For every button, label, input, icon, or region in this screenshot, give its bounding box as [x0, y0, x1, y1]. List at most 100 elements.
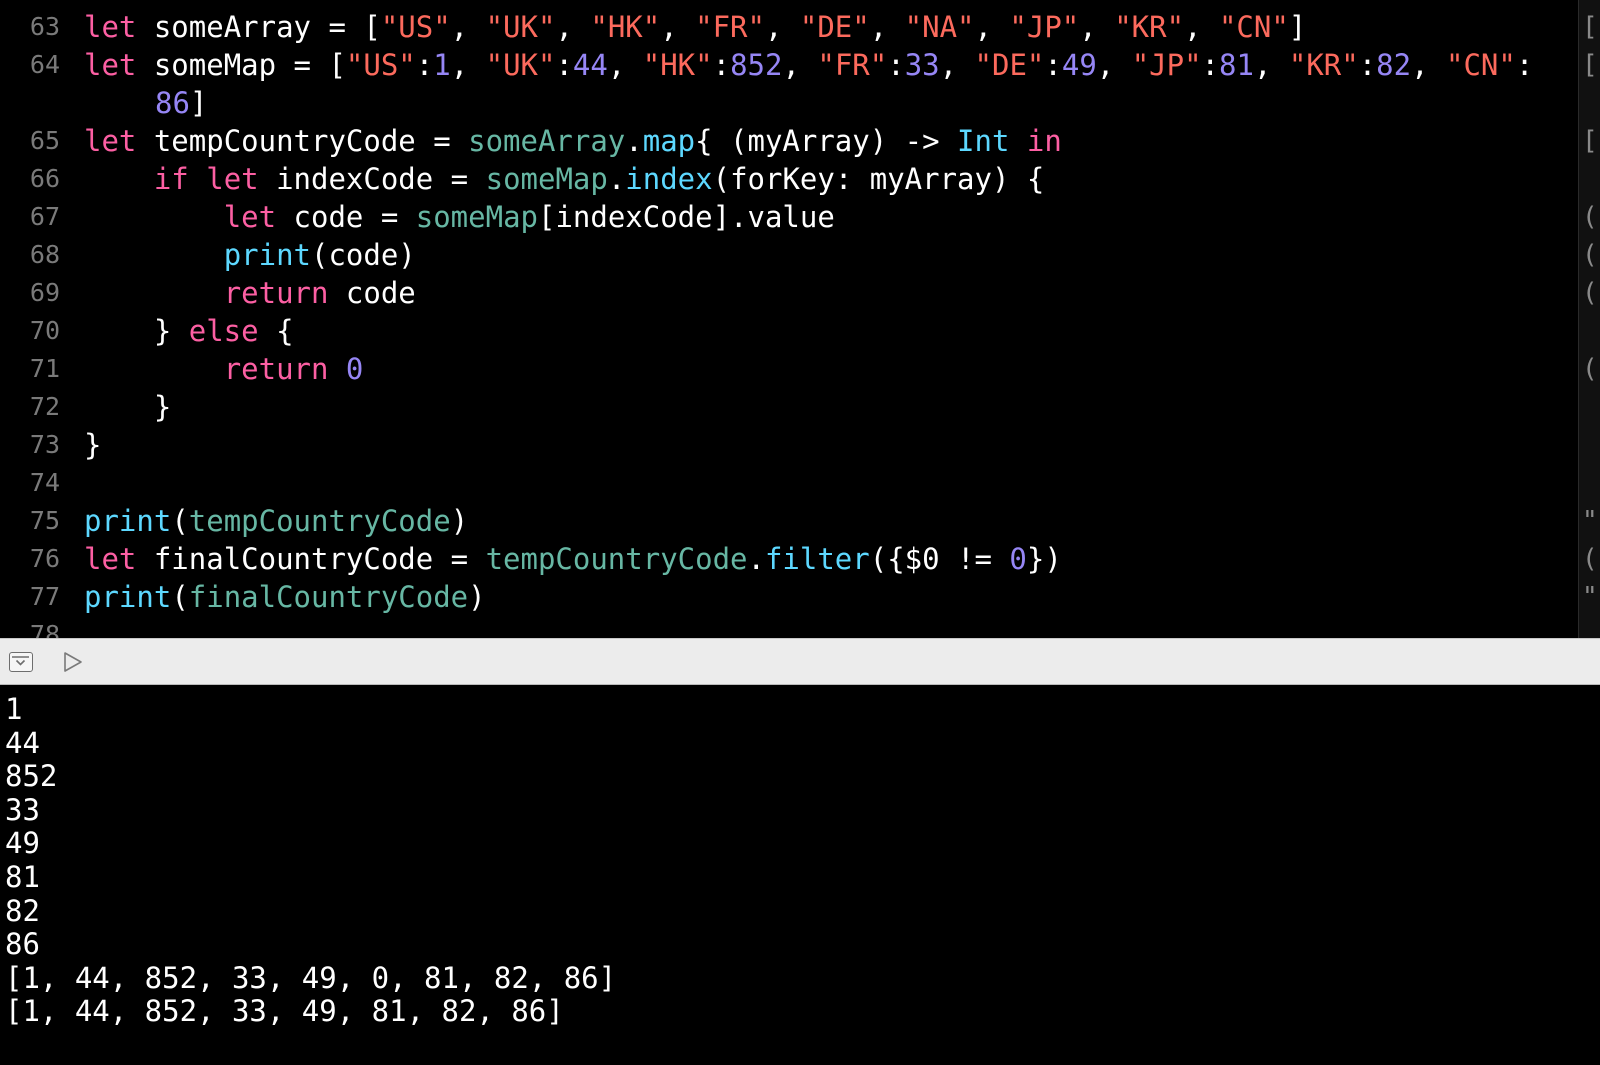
number-literal: 852 [730, 48, 783, 82]
console-line: 852 [5, 759, 58, 794]
type-token: Int [957, 124, 1010, 158]
code-line[interactable]: 78 [0, 616, 1578, 638]
variable-token: tempCountryCode [485, 542, 748, 576]
code-text-token: }) [1026, 542, 1062, 576]
code-lines: 63 let someArray = ["US", "UK", "HK", "FR… [0, 8, 1578, 638]
line-number: 63 [29, 12, 60, 41]
code-text-token: , [607, 48, 643, 82]
result-indicator[interactable]: " [1582, 578, 1598, 616]
console-line: 86 [5, 927, 40, 962]
code-text-token: ] [1288, 10, 1307, 44]
keyword-token: return [223, 352, 329, 386]
variable-token: someMap [485, 162, 608, 196]
code-text-token: : [1358, 48, 1377, 82]
code-text-token: someArray = [ [136, 10, 381, 44]
code-text-token: [indexCode].value [537, 200, 835, 234]
function-token: filter [764, 542, 870, 576]
console-line: 1 [5, 692, 23, 726]
code-line[interactable]: 77 print(finalCountryCode) [0, 578, 1578, 616]
code-line[interactable]: 68 print(code) [0, 236, 1578, 274]
string-literal: "UK" [485, 48, 556, 82]
run-playground-button[interactable] [62, 650, 84, 674]
keyword-token: let [84, 542, 137, 576]
code-line[interactable]: 69 return code [0, 274, 1578, 312]
code-line[interactable]: 65 let tempCountryCode = someArray.map{ (… [0, 122, 1578, 160]
code-line[interactable]: 75 print(tempCountryCode) [0, 502, 1578, 540]
number-literal: 33 [904, 48, 940, 82]
line-number: 71 [29, 354, 60, 383]
code-line[interactable]: 74 [0, 464, 1578, 502]
code-text-token: tempCountryCode = [136, 124, 469, 158]
code-line[interactable]: 63 let someArray = ["US", "UK", "HK", "FR… [0, 8, 1578, 46]
code-text-token: , [939, 48, 975, 82]
playground-window: 63 let someArray = ["US", "UK", "HK", "FR… [0, 0, 1600, 1065]
result-indicator[interactable]: ( [1582, 274, 1598, 312]
code-text-token: , [1096, 48, 1132, 82]
code-text-token: , [764, 10, 800, 44]
code-text-token: { (myArray) -> [695, 124, 958, 158]
code-text-token: . [607, 162, 626, 196]
result-indicator[interactable]: ( [1582, 350, 1598, 388]
string-literal: "KR" [1288, 48, 1359, 82]
code-line[interactable]: 76 let finalCountryCode = tempCountryCode… [0, 540, 1578, 578]
code-text-token: (code) [311, 238, 416, 272]
string-literal: "US" [380, 10, 451, 44]
code-text-token: code [328, 276, 416, 310]
keyword-token: let [84, 48, 137, 82]
line-number: 75 [29, 506, 60, 535]
result-indicator[interactable]: " [1582, 502, 1598, 540]
code-text: let code = someMap[indexCode].value [84, 198, 835, 236]
console-line: [1, 44, 852, 33, 49, 81, 82, 86] [5, 994, 564, 1029]
code-text: return 0 [84, 350, 364, 388]
result-indicator[interactable]: [ [1582, 46, 1598, 84]
code-line[interactable]: 64 let someMap = ["US":1, "UK":44, "HK":8… [0, 46, 1578, 122]
code-line[interactable]: 73} [0, 426, 1578, 464]
code-line[interactable]: 72 } [0, 388, 1578, 426]
number-literal: 0 [1009, 542, 1027, 576]
line-number: 67 [29, 202, 60, 231]
code-line[interactable]: 66 if let indexCode = someMap.index(forK… [0, 160, 1578, 198]
code-text-token: ( [171, 580, 189, 614]
code-line[interactable]: 67 let code = someMap[indexCode].value [0, 198, 1578, 236]
string-literal: "FR" [817, 48, 888, 82]
code-text-token: : [555, 48, 573, 82]
code-text-token: { [258, 314, 294, 348]
code-text: let someMap = ["US":1, "UK":44, "HK":852… [84, 46, 1533, 84]
keyword-token: else [188, 314, 259, 348]
result-indicator[interactable]: ( [1582, 236, 1598, 274]
console-line: 81 [5, 859, 40, 894]
results-sidebar[interactable]: [[[(((("(" [1578, 0, 1600, 638]
code-text: print(code) [84, 236, 416, 274]
variable-token: someMap [415, 200, 538, 234]
string-literal: "JP" [1131, 48, 1202, 82]
keyword-token: if [153, 162, 189, 196]
result-indicator[interactable]: [ [1582, 122, 1598, 160]
code-text-token: finalCountryCode = [136, 542, 486, 576]
code-text-token: } [84, 314, 189, 348]
console-output[interactable]: 1 44 852 33 49 81 82 86 [1, 44, 852, 33, 49, 0, … [0, 685, 1600, 1065]
result-indicator[interactable]: [ [1582, 8, 1598, 46]
string-literal: "HK" [642, 48, 713, 82]
code-text: print(tempCountryCode) [84, 502, 468, 540]
code-text-token: , [1411, 48, 1447, 82]
code-line[interactable]: 71 return 0 [0, 350, 1578, 388]
code-text: return code [84, 274, 416, 312]
code-line[interactable]: 70 } else { [0, 312, 1578, 350]
result-indicator[interactable]: ( [1582, 198, 1598, 236]
string-literal: "UK" [485, 10, 556, 44]
line-number: 69 [29, 278, 60, 307]
code-text-token: , [974, 10, 1010, 44]
result-indicator[interactable]: ( [1582, 540, 1598, 578]
number-literal: 0 [345, 352, 364, 386]
hide-debug-area-button[interactable] [9, 652, 33, 672]
string-literal: "JP" [1009, 10, 1080, 44]
number-literal: 82 [1376, 48, 1412, 82]
code-text-token: ( [171, 504, 189, 538]
code-editor[interactable]: 63 let someArray = ["US", "UK", "HK", "FR… [0, 0, 1600, 638]
